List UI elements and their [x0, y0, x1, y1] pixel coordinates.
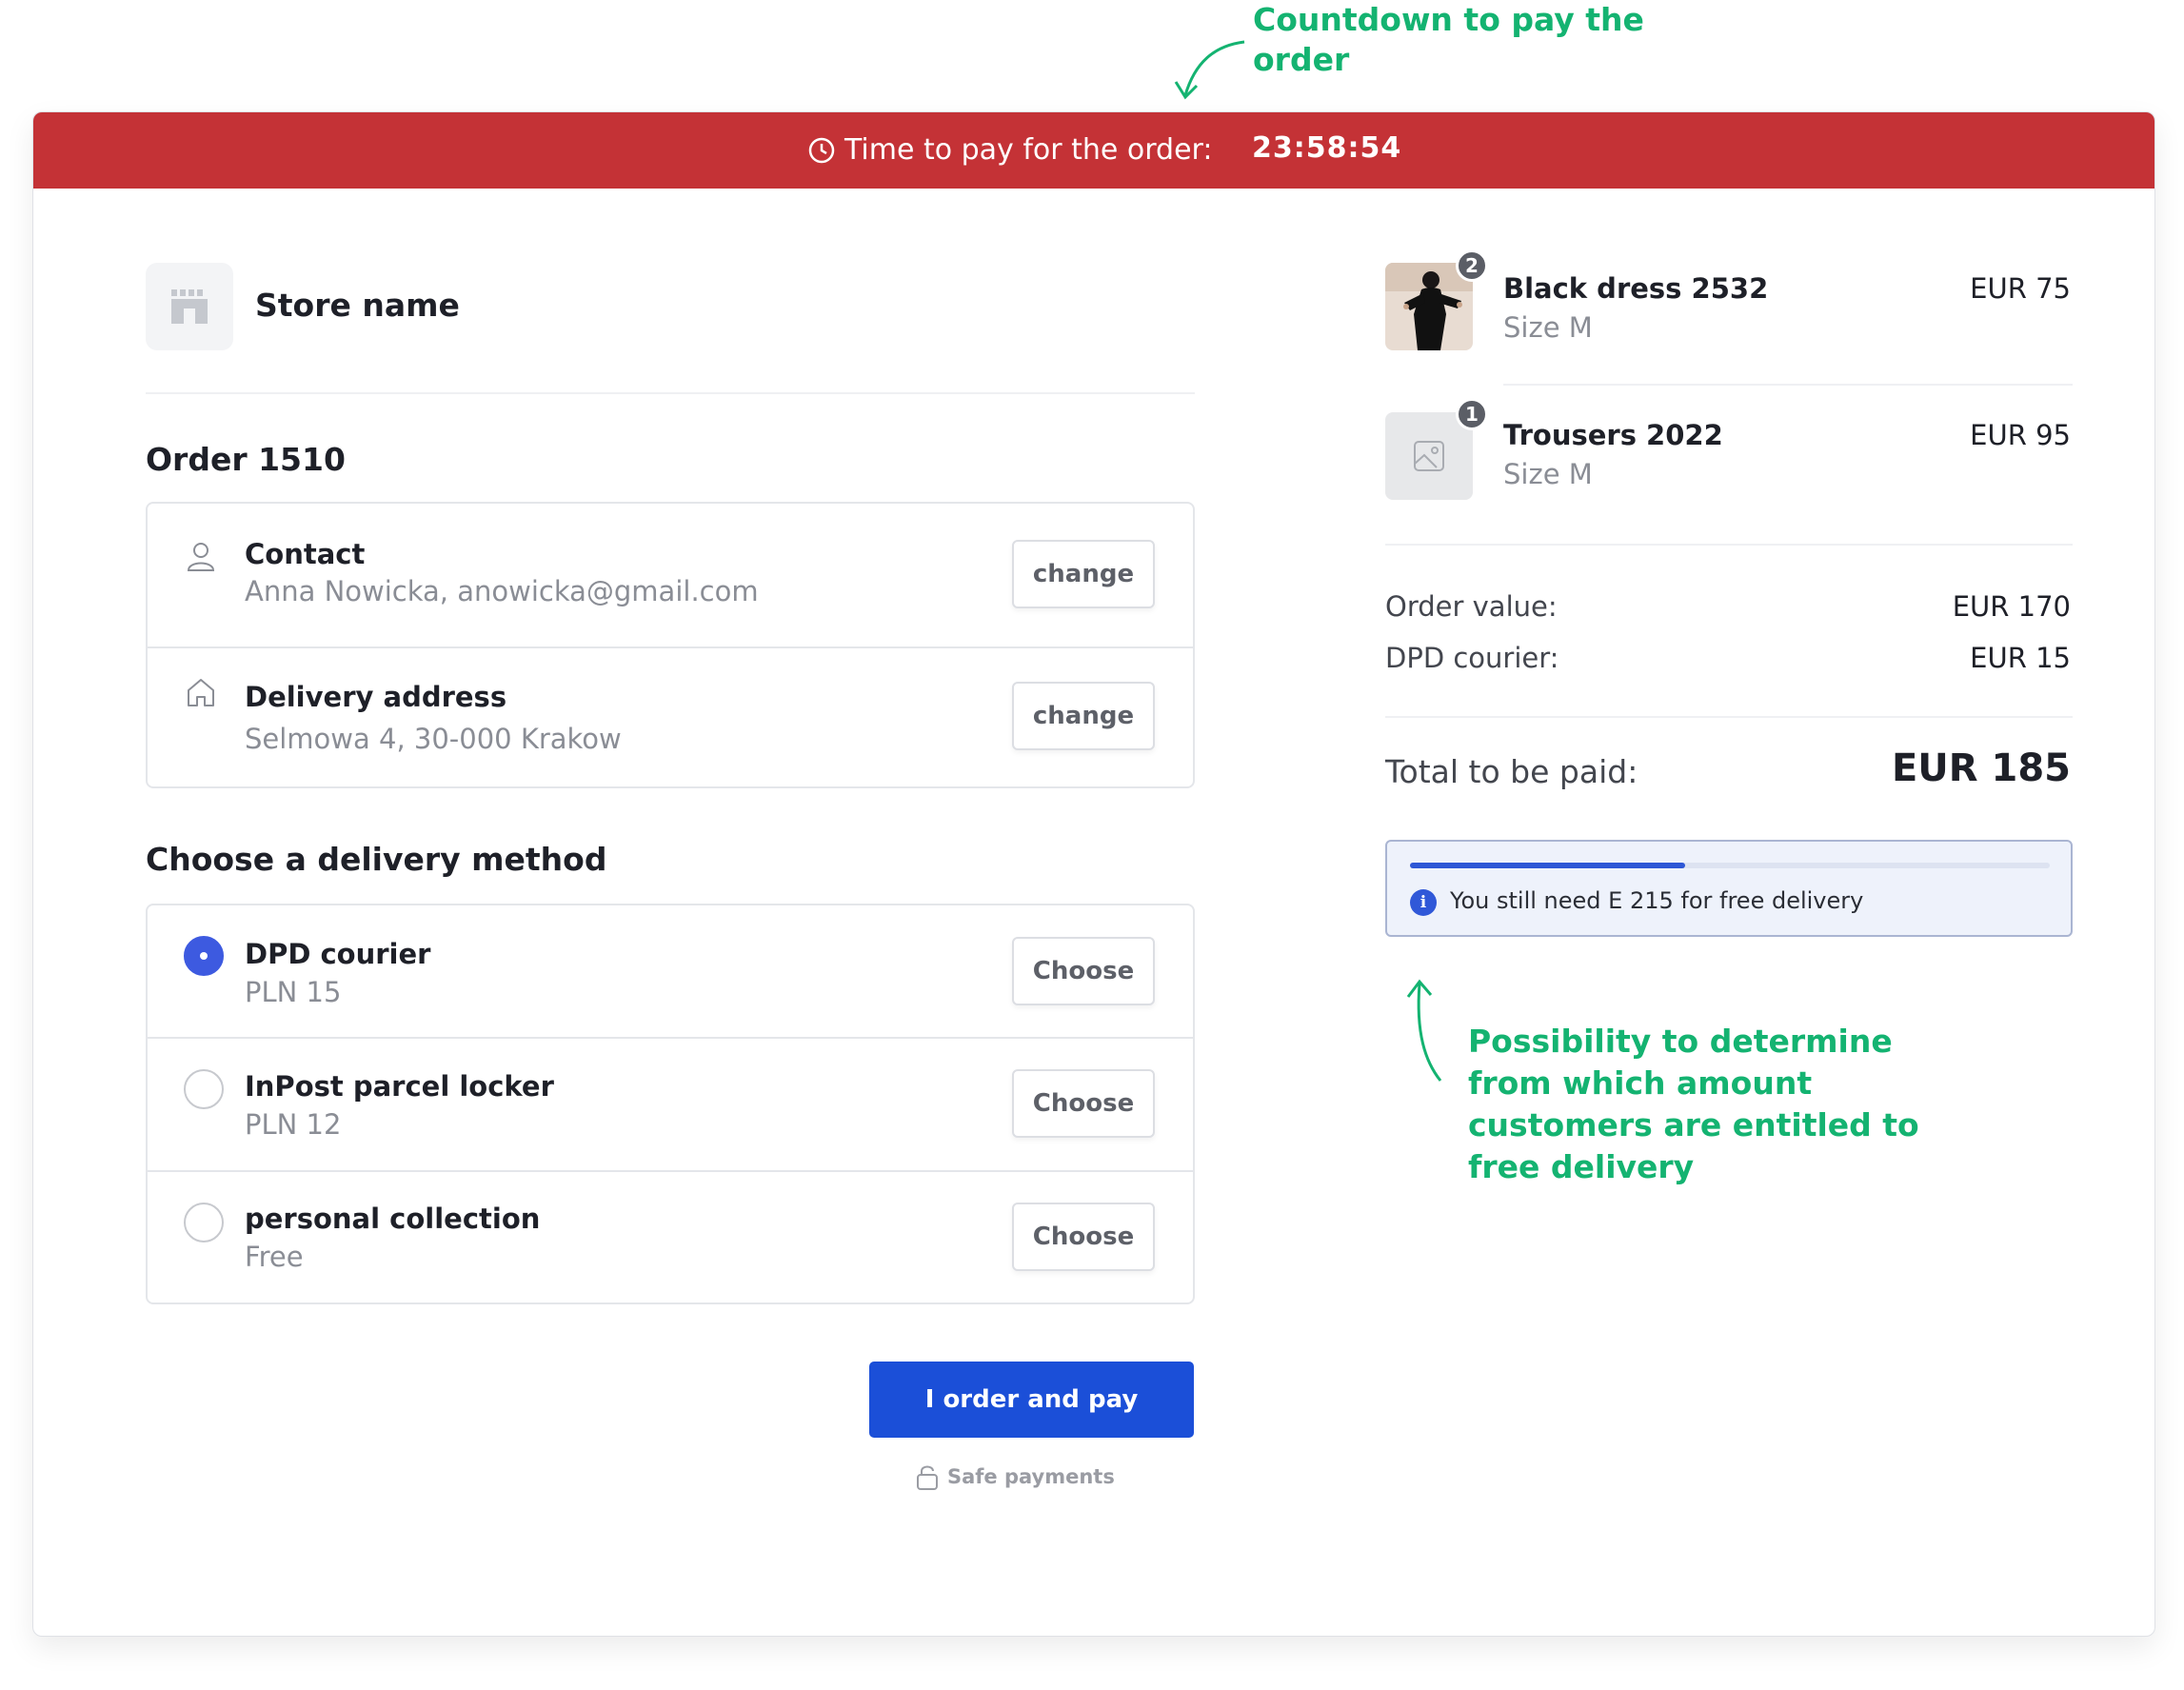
- change-address-button[interactable]: change: [1012, 682, 1155, 750]
- delivery-option-personal[interactable]: personal collection Free Choose: [148, 1172, 1193, 1304]
- personal-collection-radio[interactable]: [184, 1203, 224, 1243]
- order-details-box: Contact Anna Nowicka, anowicka@gmail.com…: [146, 502, 1195, 788]
- quantity-badge: 2: [1456, 249, 1488, 282]
- order-title: Order 1510: [146, 441, 346, 478]
- clock-icon: [808, 137, 835, 164]
- home-icon: [188, 679, 214, 706]
- divider: [1385, 716, 2073, 718]
- checkout-card: Time to pay for the order: 23:58:54 Stor…: [32, 111, 2155, 1637]
- cart-item-price: EUR 95: [1970, 419, 2071, 451]
- annotation-arrow-bottom: [1406, 979, 1442, 1082]
- contact-value: Anna Nowicka, anowicka@gmail.com: [245, 575, 759, 607]
- contact-row: Contact Anna Nowicka, anowicka@gmail.com…: [148, 504, 1193, 646]
- store-logo: [146, 263, 233, 350]
- delivery-options-box: DPD courier PLN 15 Choose InPost parcel …: [146, 904, 1195, 1304]
- delivery-option-price: PLN 12: [245, 1108, 342, 1141]
- order-and-pay-button[interactable]: I order and pay: [869, 1362, 1194, 1438]
- divider: [1503, 384, 2073, 386]
- progress-fill: [1410, 863, 1685, 868]
- delivery-option-price: Free: [245, 1241, 304, 1273]
- delivery-option-dpd[interactable]: DPD courier PLN 15 Choose: [148, 905, 1193, 1037]
- safe-payments: Safe payments: [915, 1461, 1115, 1493]
- divider: [146, 392, 1195, 394]
- delivery-option-price: PLN 15: [245, 976, 342, 1008]
- cart-item-size: Size M: [1503, 458, 1593, 490]
- delivery-method-title: Choose a delivery method: [146, 841, 607, 878]
- cart-item-name: Black dress 2532: [1503, 272, 1769, 305]
- annotation-free-delivery: Possibility to determine from which amou…: [1468, 1023, 1919, 1185]
- order-value-label: Order value:: [1385, 590, 1558, 623]
- free-delivery-progress: i You still need E 215 for free delivery: [1385, 840, 2073, 937]
- lock-icon: [917, 1465, 938, 1490]
- delivery-option-name: DPD courier: [245, 938, 431, 970]
- shipping-label: DPD courier:: [1385, 642, 1559, 674]
- shipping-value: EUR 15: [1970, 642, 2071, 674]
- total-label: Total to be paid:: [1385, 753, 1638, 790]
- quantity-badge: 1: [1456, 398, 1488, 430]
- annotation-arrow-top: [1174, 40, 1245, 100]
- inpost-radio[interactable]: [184, 1069, 224, 1109]
- user-icon: [187, 543, 215, 571]
- choose-personal-collection-button[interactable]: Choose: [1012, 1203, 1155, 1271]
- annotation-countdown: Countdown to pay the order: [1253, 1, 1644, 78]
- delivery-option-name: personal collection: [245, 1203, 541, 1235]
- address-value: Selmowa 4, 30-000 Krakow: [245, 723, 622, 755]
- choose-inpost-button[interactable]: Choose: [1012, 1069, 1155, 1138]
- store-name: Store name: [255, 287, 460, 324]
- divider: [1385, 544, 2073, 546]
- info-icon: i: [1410, 889, 1437, 916]
- address-title: Delivery address: [245, 681, 507, 713]
- delivery-option-inpost[interactable]: InPost parcel locker PLN 12 Choose: [148, 1039, 1193, 1170]
- safe-payments-label: Safe payments: [947, 1465, 1115, 1488]
- free-delivery-text: You still need E 215 for free delivery: [1450, 887, 1864, 914]
- progress-track: [1410, 863, 2050, 868]
- change-contact-button[interactable]: change: [1012, 540, 1155, 608]
- payment-countdown-banner: Time to pay for the order: 23:58:54: [33, 112, 2154, 189]
- contact-title: Contact: [245, 538, 366, 570]
- order-value: EUR 170: [1952, 590, 2071, 623]
- dpd-radio[interactable]: [184, 936, 224, 976]
- total-value: EUR 185: [1891, 746, 2071, 790]
- cart-item-name: Trousers 2022: [1503, 419, 1723, 451]
- countdown-timer: 23:58:54: [1252, 131, 1402, 165]
- cart-item-size: Size M: [1503, 311, 1593, 344]
- cart-item-price: EUR 75: [1970, 272, 2071, 305]
- delivery-option-name: InPost parcel locker: [245, 1070, 554, 1103]
- choose-dpd-button[interactable]: Choose: [1012, 937, 1155, 1005]
- address-row: Delivery address Selmowa 4, 30-000 Krako…: [148, 648, 1193, 788]
- countdown-label: Time to pay for the order:: [844, 133, 1213, 167]
- store-icon: [171, 289, 208, 324]
